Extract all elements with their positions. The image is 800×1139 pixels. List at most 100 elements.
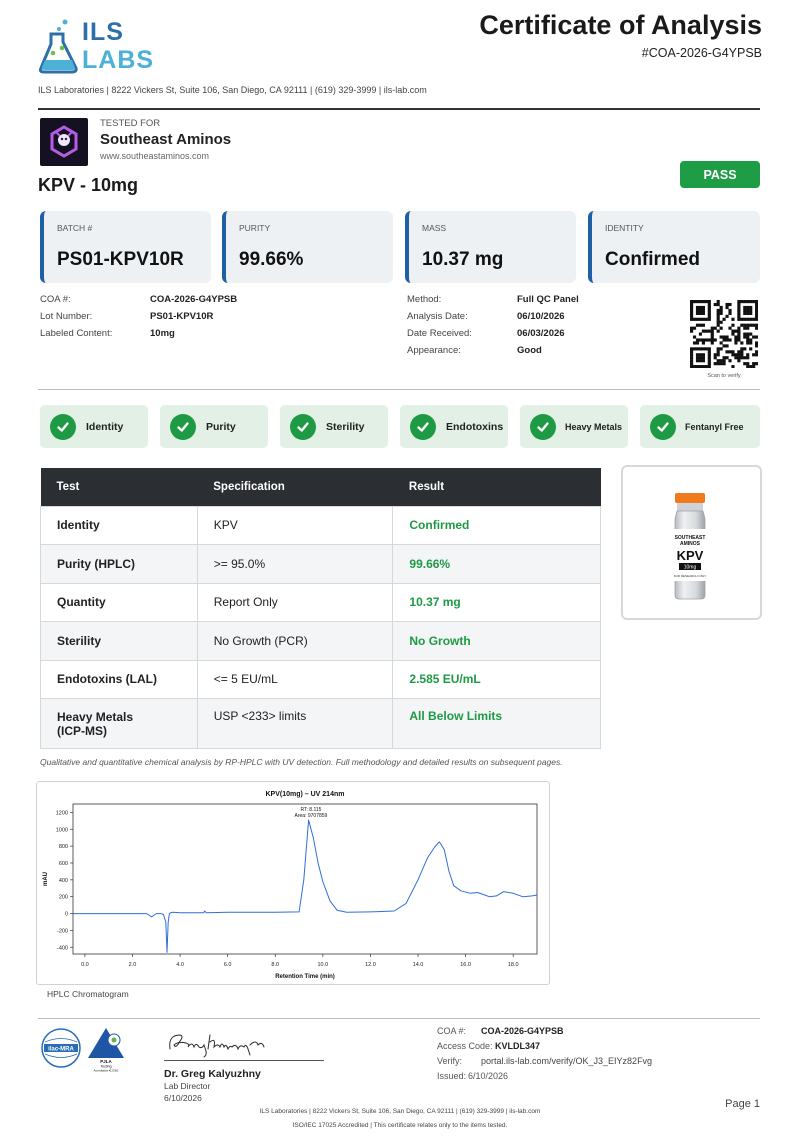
y-axis-label: mAU (43, 872, 49, 886)
plot-area (72, 803, 538, 955)
qr-module (725, 338, 729, 342)
qr-module (690, 302, 694, 307)
qr-module (704, 338, 708, 342)
qr-module (719, 320, 723, 324)
qr-module (698, 323, 703, 327)
test-name: Sterility (40, 621, 198, 661)
qr-module (746, 311, 750, 315)
qr-module (755, 350, 758, 354)
qr-module (746, 365, 750, 368)
qr-module (752, 323, 756, 327)
y-tick-label: -200 (57, 928, 68, 934)
qr-module (746, 356, 750, 360)
qr-module (707, 359, 711, 363)
qr-module (752, 353, 756, 357)
test-name: Identity (40, 505, 198, 545)
qr-module (722, 335, 726, 339)
qr-module (704, 300, 708, 304)
qr-module (710, 329, 714, 333)
chip-heavy-metals: Heavy Metals (520, 405, 628, 448)
detail-analysis-date-label: Analysis Date: (407, 311, 468, 322)
column-header-specification: Specification (197, 468, 393, 506)
qr-module (755, 308, 758, 313)
qr-module (695, 300, 700, 304)
table-row: Sterility No Growth (PCR) No Growth (40, 621, 601, 661)
qr-module (755, 311, 758, 315)
detail-method-label: Method: (407, 294, 442, 305)
header-divider (38, 108, 760, 110)
qr-module (701, 329, 705, 333)
qr-module (743, 323, 747, 327)
qr-module (695, 341, 700, 345)
detail-content-label: Labeled Content: (40, 328, 113, 339)
qr-module (731, 353, 735, 357)
qr-module (698, 338, 703, 342)
test-name: Quantity (40, 582, 198, 622)
qr-module (701, 347, 705, 351)
qr-module (737, 353, 741, 357)
qr-module (728, 350, 732, 354)
qr-module (695, 308, 700, 313)
qr-module (698, 347, 703, 351)
qr-module (690, 317, 694, 321)
qr-module (692, 347, 697, 351)
client-logo (40, 118, 88, 166)
qr-module (713, 302, 717, 307)
qr-module (690, 353, 694, 357)
x-tick-label: 10.0 (317, 962, 328, 968)
pjla-logo: PJLA Testing Accreditation #117382 (86, 1024, 132, 1074)
chip-label: Heavy Metals (565, 421, 623, 432)
card-label: IDENTITY (605, 223, 644, 233)
qr-module (695, 353, 700, 357)
qr-module (701, 341, 705, 345)
qr-module (701, 323, 705, 327)
x-tick-label: 4.0 (176, 962, 184, 968)
qr-module (749, 365, 753, 368)
card-identity: IDENTITY Confirmed (588, 211, 760, 283)
qr-module (707, 302, 711, 307)
qr-module (716, 311, 720, 315)
qr-module (716, 314, 720, 318)
test-spec: Report Only (196, 582, 394, 622)
y-tick-label: 1000 (56, 827, 68, 833)
chip-sterility: Sterility (280, 405, 388, 448)
issued-label: Issued: (437, 1071, 467, 1081)
vial-image: SOUTHEAST AMINOS KPV 10mg FOR RESEARCH O… (674, 493, 706, 600)
qr-module (728, 326, 732, 330)
qr-module (719, 326, 723, 330)
qr-module (746, 323, 750, 327)
qr-module (716, 347, 720, 351)
qr-module (690, 356, 694, 360)
qr-module (731, 365, 735, 368)
qr-module (710, 332, 714, 336)
qr-module (728, 302, 732, 307)
qr-module (755, 341, 758, 345)
card-label: MASS (422, 223, 447, 233)
qr-module (690, 300, 694, 304)
y-tick-label: 200 (59, 895, 68, 901)
qr-module (728, 338, 732, 342)
qr-module (710, 326, 714, 330)
qr-module (695, 347, 700, 351)
verify-url-link[interactable]: portal.ils-lab.com/verify/OK_J3_EIYz82Fv… (481, 1056, 652, 1066)
qr-module (746, 317, 750, 321)
table-header-row: Test Specification Result (40, 468, 601, 506)
client-url: www.southeastaminos.com (100, 151, 210, 161)
chip-endotoxins: Endotoxins (400, 405, 508, 448)
qr-code[interactable] (690, 300, 758, 368)
qr-module (695, 338, 700, 342)
footer-divider (38, 1018, 760, 1019)
qr-module (716, 317, 720, 321)
test-name: Endotoxins (LAL) (40, 659, 198, 699)
qr-module (713, 353, 717, 357)
qr-module (690, 365, 694, 368)
test-name: Purity (HPLC) (40, 544, 198, 584)
test-spec: >= 95.0% (196, 544, 394, 584)
qr-module (752, 335, 756, 339)
test-result: 2.585 EU/mL (392, 659, 601, 699)
check-icon (530, 413, 556, 440)
qr-module (734, 353, 738, 357)
qr-module (719, 341, 723, 345)
qr-module (725, 344, 729, 348)
table-row: Heavy Metals (ICP-MS) USP <233> limits Al… (40, 698, 601, 749)
